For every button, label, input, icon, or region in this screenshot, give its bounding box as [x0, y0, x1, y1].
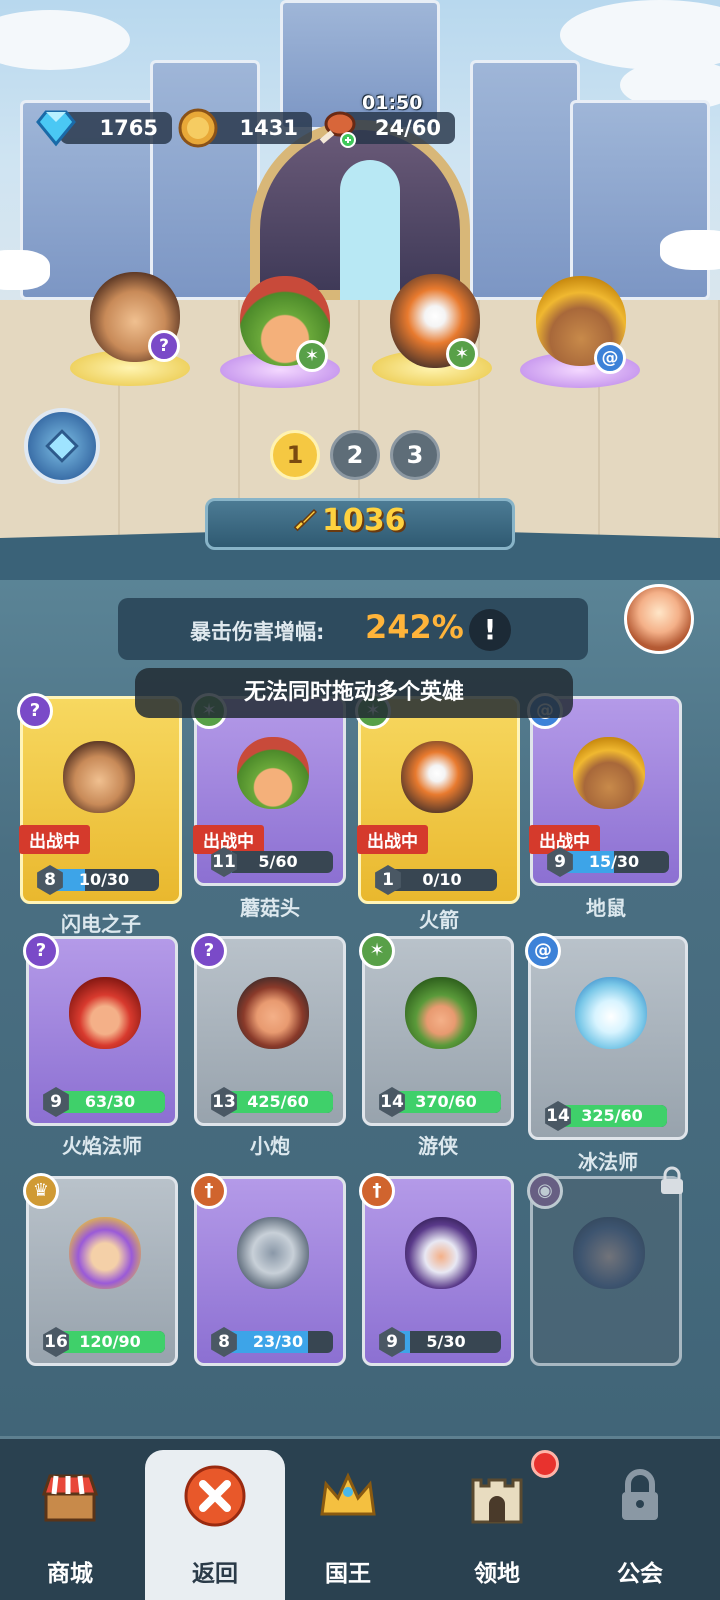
hero-card-cannon[interactable]: ? 13 425/60: [191, 933, 346, 1126]
magic-type-icon: ?: [148, 330, 180, 362]
toast-message: 无法同时拖动多个英雄: [135, 668, 573, 718]
castle-icon: [471, 1478, 523, 1524]
nature-type-icon: ✶: [296, 340, 328, 372]
shard-progress: 120/90: [55, 1331, 165, 1353]
hero-card-ice-mage[interactable]: @ 14 325/60: [525, 933, 688, 1140]
ice-type-icon: @: [525, 933, 561, 969]
hero-card-gopher[interactable]: @ 出战中 9 15/30: [527, 693, 682, 886]
deployed-tag: 出战中: [357, 825, 428, 854]
stage-hero-rocket[interactable]: ✶: [380, 268, 490, 378]
info-button[interactable]: !: [469, 609, 511, 651]
team-page-3[interactable]: 3: [390, 430, 440, 480]
stage-hero-mushroom[interactable]: ✶: [230, 270, 340, 380]
nav-guild[interactable]: 公会: [570, 1450, 710, 1600]
sword-type-icon: †: [191, 1173, 227, 1209]
nav-king[interactable]: 国王: [278, 1450, 418, 1600]
hero-card-priest[interactable]: ♛ 16 120/90: [23, 1173, 178, 1366]
gold-coin-icon: [178, 108, 218, 148]
close-icon: [184, 1465, 246, 1527]
nav-guild-label: 公会: [617, 1561, 663, 1587]
lock-icon: [661, 1166, 683, 1194]
stage-hero-lightning[interactable]: ?: [80, 262, 190, 372]
magic-type-icon: ?: [23, 933, 59, 969]
team-page-1[interactable]: 1: [270, 430, 320, 480]
sword-icon: [293, 508, 318, 532]
shard-progress: 325/60: [557, 1105, 667, 1127]
hero-card-knight[interactable]: † 8 23/30: [191, 1173, 346, 1366]
hero-card-locked[interactable]: ◉: [527, 1173, 682, 1366]
hero-card-ranger[interactable]: ✶ 14 370/60: [359, 933, 514, 1126]
crit-bonus-box: [118, 598, 588, 660]
meat-plus-icon[interactable]: [316, 106, 360, 150]
hero-card-lightning[interactable]: ? 出战中 8 10/30: [17, 693, 182, 904]
nav-back-label: 返回: [192, 1561, 238, 1587]
team-page-2[interactable]: 2: [330, 430, 380, 480]
shard-progress: 425/60: [223, 1091, 333, 1113]
shard-progress: 5/60: [223, 851, 333, 873]
stamina-timer: 01:50: [362, 92, 423, 114]
lock-icon: [622, 1469, 658, 1520]
crit-value: 242%: [365, 608, 464, 646]
nav-king-label: 国王: [325, 1561, 371, 1587]
shard-progress: 5/30: [391, 1331, 501, 1353]
notification-dot: [531, 1450, 559, 1478]
hero-card-fire-mage[interactable]: ? 9 63/30: [23, 933, 178, 1126]
hero-name: 蘑菇头: [240, 896, 300, 920]
nav-back[interactable]: 返回: [145, 1450, 285, 1600]
hero-name: 小炮: [250, 1134, 290, 1158]
magic-type-icon: ?: [17, 693, 53, 729]
diamond-icon: [36, 110, 76, 147]
nav-shop[interactable]: 商城: [0, 1450, 140, 1600]
ice-type-icon: @: [594, 342, 626, 374]
sword-type-icon: †: [359, 1173, 395, 1209]
shop-icon: [41, 1474, 99, 1522]
formation-button[interactable]: [24, 408, 100, 484]
crown-icon: [320, 1472, 376, 1516]
stage-hero-gopher[interactable]: @: [526, 272, 636, 382]
nature-type-icon: ✶: [359, 933, 395, 969]
shadow-type-icon: ◉: [527, 1173, 563, 1209]
hero-card-assassin[interactable]: † 9 5/30: [359, 1173, 514, 1366]
shard-progress: 63/30: [55, 1091, 165, 1113]
shard-progress: 0/10: [387, 869, 497, 891]
hero-name: 游侠: [418, 1134, 458, 1158]
nav-territory[interactable]: 领地: [427, 1450, 567, 1600]
deployed-tag: 出战中: [19, 825, 90, 854]
shard-progress: 15/30: [559, 851, 669, 873]
nature-type-icon: ✶: [446, 338, 478, 370]
holy-type-icon: ♛: [23, 1173, 59, 1209]
hero-name: 火箭: [419, 908, 459, 932]
team-power-value: 1036: [322, 503, 406, 538]
crit-label: 暴击伤害增幅:: [190, 620, 325, 644]
shard-progress: 370/60: [391, 1091, 501, 1113]
shard-progress: 10/30: [49, 869, 159, 891]
hero-card-mushroom[interactable]: ✶ 出战中 11 5/60: [191, 693, 346, 886]
magic-type-icon: ?: [191, 933, 227, 969]
nav-territory-label: 领地: [474, 1561, 520, 1587]
hero-name: 地鼠: [586, 896, 626, 920]
avatar[interactable]: [624, 584, 694, 654]
nav-shop-label: 商城: [47, 1561, 93, 1587]
shard-progress: 23/30: [223, 1331, 333, 1353]
hero-name: 火焰法师: [62, 1134, 142, 1158]
hero-card-rocket[interactable]: ✶ 出战中 1 0/10: [355, 693, 520, 904]
